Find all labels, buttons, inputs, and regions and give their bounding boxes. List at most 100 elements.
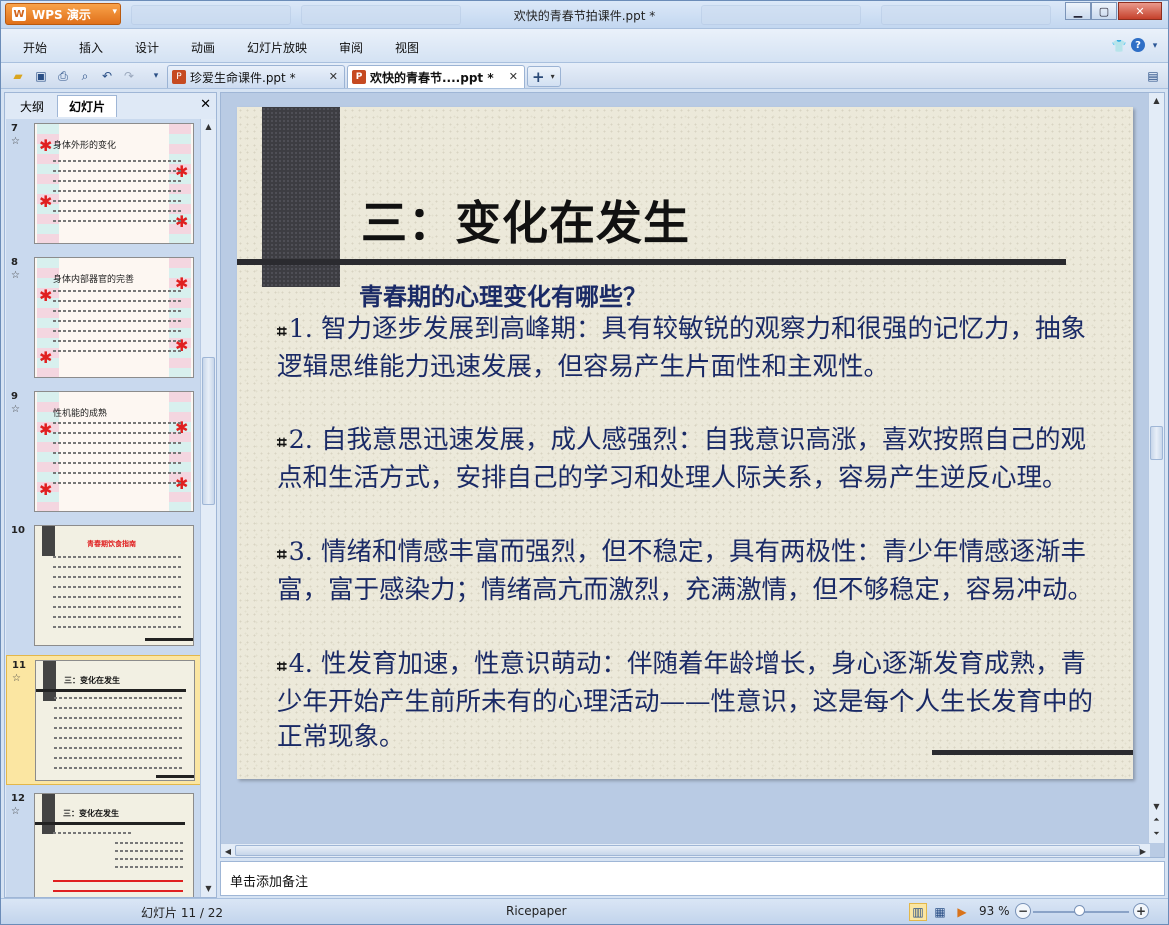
bullet-icon: ⌗ xyxy=(277,322,287,342)
redo-icon[interactable]: ↷ xyxy=(120,67,138,85)
save-icon[interactable]: ▣ xyxy=(32,67,50,85)
slide-thumbnail[interactable]: 8 ☆ ✱ ✱ ✱ ✱ 身体内部器官的完善 xyxy=(6,253,202,383)
scroll-up-icon[interactable]: ▲ xyxy=(201,119,216,133)
menu-bar: 开始 插入 设计 动画 幻灯片放映 审阅 视图 👕 ? ▾ xyxy=(1,29,1168,63)
undo-icon[interactable]: ↶ xyxy=(98,67,116,85)
status-bar: 幻灯片 11 / 22 Ricepaper ▥ ▦ ▶ 93 % − + xyxy=(1,898,1168,924)
thumbnail-title: 身体外形的变化 xyxy=(53,141,117,151)
help-icon[interactable]: ? xyxy=(1131,38,1145,52)
bullet-icon: ⌗ xyxy=(277,545,287,565)
slide-sorter-icon[interactable]: ▦ xyxy=(931,903,949,921)
slide-editor: 三：变化在发生 青春期的心理变化有哪些？ ⌗1. 智力逐步发展到高峰期：具有较敏… xyxy=(220,92,1165,858)
toolbar-dropdown-icon[interactable]: ▾ xyxy=(147,67,165,85)
thumbnail-title: 三：变化在发生 xyxy=(63,809,119,818)
thumbnail-scrollbar[interactable]: ▲ ▼ xyxy=(200,119,216,897)
zoom-out-button[interactable]: − xyxy=(1015,903,1031,919)
zoom-slider-knob[interactable] xyxy=(1074,905,1085,916)
notes-pane[interactable]: 单击添加备注 xyxy=(220,861,1165,896)
scroll-left-icon[interactable]: ◀ xyxy=(221,844,235,858)
slide-bullet-3[interactable]: ⌗3. 情绪和情感丰富而强烈，但不稳定，具有两极性：青少年情感逐渐丰富，富于感染… xyxy=(277,535,1097,608)
bullet-text: 2. 自我意思迅速发展，成人感强烈：自我意识高涨，喜欢按照自己的观点和生活方式，… xyxy=(277,425,1087,493)
normal-view-icon[interactable]: ▥ xyxy=(909,903,927,921)
close-tab-icon[interactable]: ✕ xyxy=(509,70,518,83)
doc-tab-2-label: 欢快的青春节....ppt * xyxy=(370,70,494,85)
slide-number: 7 xyxy=(11,123,18,134)
tab-outline[interactable]: 大纲 xyxy=(9,95,55,117)
menu-animation[interactable]: 动画 xyxy=(191,39,215,56)
tab-slides[interactable]: 幻灯片 xyxy=(57,95,117,117)
window-title: 欢快的青春节拍课件.ppt * xyxy=(513,9,656,23)
close-panel-icon[interactable]: ✕ xyxy=(200,97,211,112)
help-dropdown-icon[interactable]: ▾ xyxy=(1147,38,1163,54)
close-tab-icon[interactable]: ✕ xyxy=(329,70,338,83)
zoom-in-button[interactable]: + xyxy=(1133,903,1149,919)
shirt-skin-icon[interactable]: 👕 xyxy=(1111,38,1127,54)
bullet-text: 1. 智力逐步发展到高峰期：具有较敏锐的观察力和很强的记忆力，抽象逻辑思维能力迅… xyxy=(277,314,1087,382)
zoom-level: 93 % xyxy=(979,904,1010,918)
slide-bullet-2[interactable]: ⌗2. 自我意思迅速发展，成人感强烈：自我意识高涨，喜欢按照自己的观点和生活方式… xyxy=(277,423,1097,496)
slide-thumbnail-selected[interactable]: 11 ☆ 三：变化在发生 xyxy=(6,655,202,785)
thumbnail-preview: ✱ ✱ ✱ ✱ 身体内部器官的完善 xyxy=(34,257,194,378)
bullet-icon: ⌗ xyxy=(277,657,287,677)
collapse-panel-icon[interactable]: ▤ xyxy=(1144,67,1162,85)
thumbnail-preview: ✱✱✱✱ 身体外形的变化 xyxy=(34,123,194,244)
bullet-icon: ⌗ xyxy=(277,433,287,453)
slide-subtitle[interactable]: 青春期的心理变化有哪些？ xyxy=(359,277,647,312)
slide-bullet-1[interactable]: ⌗1. 智力逐步发展到高峰期：具有较敏锐的观察力和很强的记忆力，抽象逻辑思维能力… xyxy=(277,312,1097,385)
editor-horizontal-scrollbar[interactable]: ◀ ▶ xyxy=(221,843,1150,857)
slide-thumbnail[interactable]: 10 青春期饮食指南 xyxy=(6,521,202,651)
slide-number: 9 xyxy=(11,391,18,402)
open-folder-icon[interactable]: ▰ xyxy=(9,67,27,85)
slide-bullet-4[interactable]: ⌗4. 性发育加速，性意识萌动：伴随着年龄增长，身心逐渐发育成熟，青少年开始产生… xyxy=(277,647,1097,755)
thumbnail-preview: 三：变化在发生 xyxy=(34,793,194,897)
scrollbar-thumb[interactable] xyxy=(235,845,1140,856)
bullet-text: 4. 性发育加速，性意识萌动：伴随着年龄增长，身心逐渐发育成熟，青少年开始产生前… xyxy=(277,649,1094,752)
close-button[interactable]: ✕ xyxy=(1118,2,1162,20)
animation-star-icon: ☆ xyxy=(11,404,20,415)
scrollbar-thumb[interactable] xyxy=(202,357,215,505)
thumbnail-title: 身体内部器官的完善 xyxy=(53,275,135,285)
scroll-up-icon[interactable]: ▲ xyxy=(1149,93,1164,107)
next-slide-icon[interactable]: ⏷ xyxy=(1149,827,1164,841)
slide-counter: 幻灯片 11 / 22 xyxy=(141,906,224,920)
slide-title[interactable]: 三：变化在发生 xyxy=(361,187,690,253)
scroll-down-icon[interactable]: ▼ xyxy=(201,881,216,895)
thumbnail-title: 青春期饮食指南 xyxy=(87,540,136,548)
menu-design[interactable]: 设计 xyxy=(135,39,159,56)
doc-tab-1[interactable]: P 珍爱生命课件.ppt * ✕ xyxy=(167,65,345,88)
menu-slideshow[interactable]: 幻灯片放映 xyxy=(247,39,307,56)
slide-thumbnail[interactable]: 12 ☆ 三：变化在发生 xyxy=(6,789,202,897)
slide-bottom-rule xyxy=(932,750,1133,755)
print-preview-icon[interactable]: ⌕ xyxy=(76,67,94,85)
slide-number: 10 xyxy=(11,525,25,536)
slide-number: 8 xyxy=(11,257,18,268)
slide-thumbnail[interactable]: 7 ☆ ✱✱✱✱ 身体外形的变化 xyxy=(6,119,202,249)
menu-home[interactable]: 开始 xyxy=(23,39,47,56)
wps-window: W WPS 演示 ▾ 欢快的青春节拍课件.ppt * ▁ ▢ ✕ 开始 插入 设… xyxy=(0,0,1169,925)
previous-slide-icon[interactable]: ⏶ xyxy=(1149,813,1164,827)
editor-vertical-scrollbar[interactable]: ▲ ▼ ⏶ ⏷ xyxy=(1148,93,1164,843)
menu-insert[interactable]: 插入 xyxy=(79,39,103,56)
thumbnail-preview: ✱✱✱✱ 性机能的成熟 xyxy=(34,391,194,512)
minimize-button[interactable]: ▁ xyxy=(1065,2,1091,20)
scroll-right-icon[interactable]: ▶ xyxy=(1136,844,1150,858)
template-name: Ricepaper xyxy=(506,904,567,918)
title-bar: W WPS 演示 ▾ 欢快的青春节拍课件.ppt * ▁ ▢ ✕ xyxy=(1,1,1168,29)
thumbnail-preview: 青春期饮食指南 xyxy=(34,525,194,646)
slide-thumbnail-list: 7 ☆ ✱✱✱✱ 身体外形的变化 8 ☆ ✱✱✱✱ 身体内部器官的完善 xyxy=(6,119,202,897)
doc-tab-2[interactable]: P 欢快的青春节....ppt * ✕ xyxy=(347,65,525,88)
new-tab-button[interactable]: + ▾ xyxy=(527,66,561,87)
slide-canvas[interactable]: 三：变化在发生 青春期的心理变化有哪些？ ⌗1. 智力逐步发展到高峰期：具有较敏… xyxy=(237,107,1133,779)
maximize-button[interactable]: ▢ xyxy=(1091,2,1117,20)
menu-view[interactable]: 视图 xyxy=(395,39,419,56)
print-icon[interactable]: ⎙ xyxy=(54,67,72,85)
slides-panel: 大纲 幻灯片 ✕ 7 ☆ ✱✱✱✱ 身体外形的变化 8 ☆ ✱✱✱✱ xyxy=(4,92,217,898)
animation-star-icon: ☆ xyxy=(11,270,20,281)
scrollbar-thumb[interactable] xyxy=(1150,426,1163,460)
menu-review[interactable]: 审阅 xyxy=(339,39,363,56)
scroll-down-icon[interactable]: ▼ xyxy=(1149,799,1164,813)
thumbnail-title: 三：变化在发生 xyxy=(64,676,120,685)
slideshow-icon[interactable]: ▶ xyxy=(953,903,971,921)
slide-thumbnail[interactable]: 9 ☆ ✱✱✱✱ 性机能的成熟 xyxy=(6,387,202,517)
animation-star-icon: ☆ xyxy=(11,806,20,817)
